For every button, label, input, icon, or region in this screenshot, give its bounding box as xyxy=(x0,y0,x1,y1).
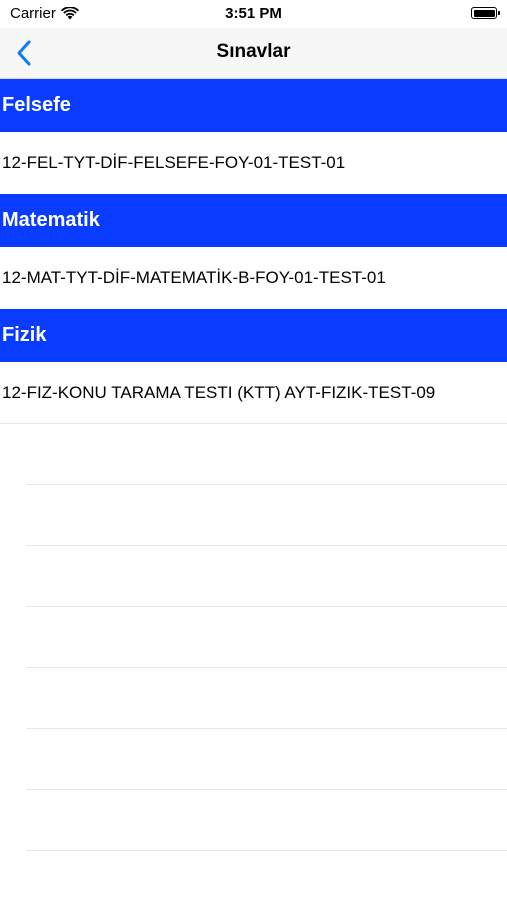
section-header-felsefe: Felsefe xyxy=(0,79,507,132)
empty-row-separator xyxy=(26,790,507,851)
empty-row-separator xyxy=(26,424,507,485)
exam-row[interactable]: 12-FIZ-KONU TARAMA TESTI (KTT) AYT-FIZIK… xyxy=(0,362,507,424)
empty-row-separator xyxy=(26,546,507,607)
empty-row-separator xyxy=(26,607,507,668)
exam-row[interactable]: 12-FEL-TYT-DİF-FELSEFE-FOY-01-TEST-01 xyxy=(0,132,507,194)
page-title: Sınavlar xyxy=(216,41,291,62)
empty-row-separator xyxy=(26,729,507,790)
section-header-fizik: Fizik xyxy=(0,309,507,362)
exam-list: Felsefe 12-FEL-TYT-DİF-FELSEFE-FOY-01-TE… xyxy=(0,79,507,851)
exam-row[interactable]: 12-MAT-TYT-DİF-MATEMATİK-B-FOY-01-TEST-0… xyxy=(0,247,507,309)
exam-row-label: 12-FEL-TYT-DİF-FELSEFE-FOY-01-TEST-01 xyxy=(2,153,346,172)
battery-icon xyxy=(471,7,500,19)
navigation-bar: Sınavlar xyxy=(0,28,507,79)
empty-row-separator xyxy=(26,485,507,546)
empty-row-separator xyxy=(26,668,507,729)
status-bar: Carrier 3:51 PM xyxy=(0,0,507,28)
exam-row-label: 12-FIZ-KONU TARAMA TESTI (KTT) AYT-FIZIK… xyxy=(2,382,436,402)
section-header-matematik: Matematik xyxy=(0,194,507,247)
exam-row-label: 12-MAT-TYT-DİF-MATEMATİK-B-FOY-01-TEST-0… xyxy=(2,268,386,287)
status-time: 3:51 PM xyxy=(225,5,282,22)
